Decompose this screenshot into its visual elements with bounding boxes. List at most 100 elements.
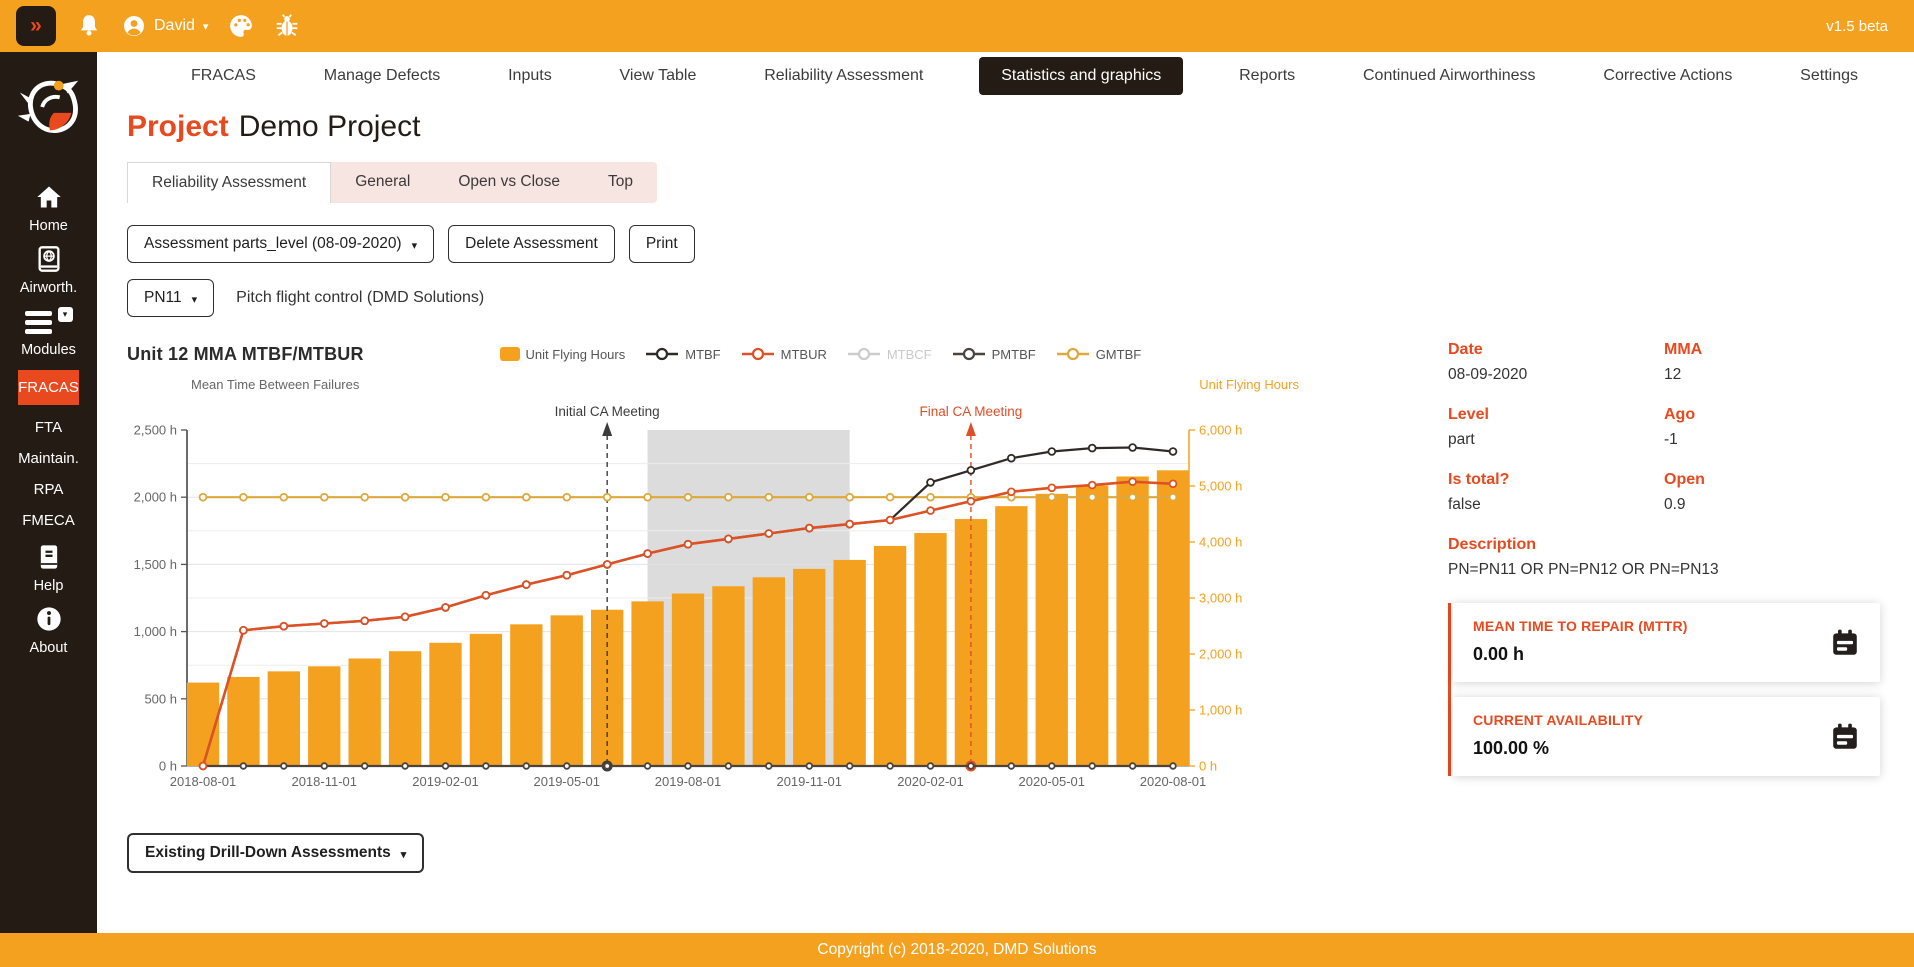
tab-reliability-assessment[interactable]: Reliability Assessment [752,59,935,93]
copyright-text: Copyright (c) 2018-2020, DMD Solutions [817,941,1096,959]
bar-swatch-icon [500,347,520,361]
page-title: ProjectDemo Project [127,110,1880,144]
sidebar-item-label: FMECA [22,512,75,529]
pn-select[interactable]: PN11 ▾ [127,279,214,317]
description-field: Description PN=PN11 OR PN=PN12 OR PN=PN1… [1448,536,1880,579]
svg-text:5,000 h: 5,000 h [1199,479,1242,494]
sidebar-item-maintain[interactable]: Maintain. [18,450,79,467]
svg-text:2019-02-01: 2019-02-01 [412,774,479,789]
subtab-open-vs-close[interactable]: Open vs Close [434,162,584,203]
flying-hours-bar [551,615,583,766]
flying-hours-bar [874,546,906,766]
legend-item-mtbur[interactable]: MTBUR [741,347,827,362]
svg-text:1,000 h: 1,000 h [1199,703,1242,718]
svg-text:1,000 h: 1,000 h [134,624,177,639]
help-icon [35,543,63,571]
subtab-reliability-assessment[interactable]: Reliability Assessment [127,162,331,203]
print-button[interactable]: Print [629,225,695,263]
kpi-cards: MEAN TIME TO REPAIR (MTTR)0.00 h CURRENT … [1448,603,1880,776]
calendar-icon [1830,628,1860,658]
legend-item-mtbf[interactable]: MTBF [645,347,720,362]
svg-text:0 h: 0 h [1199,759,1217,774]
chevron-down-icon: ▾ [192,293,198,306]
legend-item-mtbcf[interactable]: MTBCF [847,347,932,362]
kpi-card-mean-time-to-repair-mttr: MEAN TIME TO REPAIR (MTTR)0.00 h [1453,603,1880,682]
sidebar-item-fta[interactable]: FTA [18,419,79,436]
mtbf-mtbur-chart[interactable]: 0 h500 h1,000 h1,500 h2,000 h2,500 h0 h1… [127,396,1307,803]
airworthiness-icon [35,245,63,273]
user-menu[interactable]: David ▾ [122,14,208,38]
delete-assessment-button[interactable]: Delete Assessment [448,225,615,263]
flying-hours-bar [672,594,704,766]
flying-hours-bar [510,624,542,766]
svg-text:2,000 h: 2,000 h [134,490,177,505]
flying-hours-bar [631,601,663,766]
sidebar-item-label: About [30,640,68,656]
sidebar-item-label: FRACAS [18,379,79,396]
sidebar-item-rpa[interactable]: RPA [18,481,79,498]
sidebar-item-help[interactable]: Help [18,543,79,594]
legend-label: MTBF [685,347,720,362]
kpi-card-value: 100.00 % [1473,738,1860,759]
tab-statistics-and-graphics[interactable]: Statistics and graphics [979,57,1183,95]
sidebar-item-modules[interactable]: ▾Modules [18,307,79,358]
legend-item-pmtbf[interactable]: PMTBF [952,347,1036,362]
sidebar-item-label: Airworth. [20,280,77,296]
user-name: David [154,17,195,35]
line-swatch-icon [1056,347,1090,361]
kpi-card-current-availability: CURRENT AVAILABILITY100.00 % [1453,697,1880,776]
field-value: 0.9 [1664,496,1880,514]
chart-legend: Unit Flying Hours MTBF MTBUR MTBCF PMTBF GMTB… [364,347,1277,362]
flying-hours-bar [429,643,461,766]
detail-field-level: Levelpart [1448,406,1664,449]
svg-text:2019-08-01: 2019-08-01 [655,774,722,789]
detail-field-ago: Ago-1 [1664,406,1880,449]
flying-hours-bar [349,658,381,766]
calendar-icon [1830,722,1860,752]
tab-settings[interactable]: Settings [1788,59,1870,93]
sidebar-item-home[interactable]: Home [18,183,79,234]
svg-text:2019-11-01: 2019-11-01 [776,774,842,789]
flying-hours-bar [1116,476,1148,766]
tab-continued-airworthiness[interactable]: Continued Airworthiness [1351,59,1548,93]
svg-text:4,000 h: 4,000 h [1199,535,1242,550]
flying-hours-bar [753,577,785,766]
assessment-select[interactable]: Assessment parts_level (08-09-2020) ▾ [127,225,434,263]
svg-text:Final CA Meeting: Final CA Meeting [920,404,1023,419]
flying-hours-bar [308,666,340,766]
sidebar-item-about[interactable]: About [18,605,79,656]
flying-hours-bar [1076,485,1108,766]
line-swatch-icon [952,347,986,361]
tab-manage-defects[interactable]: Manage Defects [312,59,453,93]
legend-item-gmtbf[interactable]: GMTBF [1056,347,1142,362]
drilldown-select[interactable]: Existing Drill-Down Assessments ▾ [127,833,424,873]
detail-field-date: Date08-09-2020 [1448,341,1664,384]
tab-inputs[interactable]: Inputs [496,59,564,93]
sub-tabs: Reliability AssessmentGeneralOpen vs Clo… [127,162,657,203]
sidebar-collapse-button[interactable]: » [16,6,56,46]
tab-corrective-actions[interactable]: Corrective Actions [1591,59,1744,93]
field-label: Open [1664,471,1880,489]
modules-icon: ▾ [25,307,73,335]
palette-icon[interactable] [228,13,254,39]
app-logo-bird-icon[interactable] [15,74,83,142]
sidebar-item-airworth[interactable]: Airworth. [18,245,79,296]
description-label: Description [1448,536,1880,554]
sidebar-item-label: Maintain. [18,450,79,467]
sidebar-item-fracas[interactable]: FRACAS [18,370,79,405]
bell-icon[interactable] [76,13,102,39]
app-window: » David ▾ v1.5 beta [0,0,1914,967]
tab-reports[interactable]: Reports [1227,59,1307,93]
bug-icon[interactable] [274,13,300,39]
assessment-select-label: Assessment parts_level (08-09-2020) [144,235,402,253]
field-label: Level [1448,406,1664,424]
sidebar-item-fmeca[interactable]: FMECA [18,512,79,529]
subtab-general[interactable]: General [331,162,434,203]
flying-hours-bar [1036,494,1068,766]
svg-text:2,500 h: 2,500 h [134,423,177,438]
legend-item-unit-flying-hours[interactable]: Unit Flying Hours [500,347,626,362]
subtab-top[interactable]: Top [584,162,657,203]
flying-hours-bar [268,671,300,766]
tab-view-table[interactable]: View Table [608,59,709,93]
tab-fracas[interactable]: FRACAS [179,59,268,93]
